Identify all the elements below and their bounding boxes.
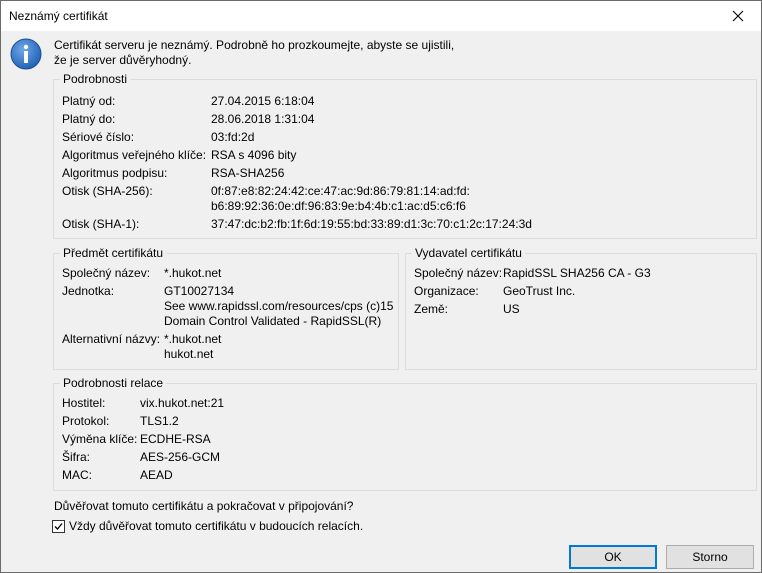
valid-to-value: 28.06.2018 1:31:04: [211, 112, 315, 126]
sha1-label: Otisk (SHA-1):: [62, 217, 140, 231]
valid-from-value: 27.04.2015 6:18:04: [211, 94, 315, 108]
checkmark-icon: [54, 522, 63, 530]
session-group: Podrobnosti relace Hostitel: vix.hukot.n…: [53, 376, 757, 491]
message-text: Certifikát serveru je neznámý. Podrobně …: [54, 38, 454, 68]
close-button[interactable]: [715, 1, 761, 31]
subject-group: Předmět certifikátu Společný název: *.hu…: [53, 246, 399, 370]
cipher-value: AES-256-GCM: [140, 450, 221, 464]
cipher-label: Šifra:: [62, 450, 91, 464]
sha256-label: Otisk (SHA-256):: [62, 184, 153, 198]
key-exchange-value: ECDHE-RSA: [140, 432, 211, 446]
host-label: Hostitel:: [62, 396, 106, 410]
issuer-org-label: Organizace:: [414, 284, 479, 298]
sig-alg-value: RSA-SHA256: [211, 166, 285, 180]
subject-title: Předmět certifikátu: [60, 246, 167, 260]
issuer-cn-value: RapidSSL SHA256 CA - G3: [503, 266, 651, 280]
issuer-title: Vydavatel certifikátu: [412, 246, 525, 260]
issuer-org-value: GeoTrust Inc.: [503, 284, 576, 298]
title-bar: Neznámý certifikát: [1, 1, 761, 31]
mac-label: MAC:: [62, 468, 92, 482]
host-value: vix.hukot.net:21: [140, 396, 225, 410]
dialog-window: Neznámý certifikát Certifikát serveru je…: [0, 0, 762, 573]
issuer-country-label: Země:: [414, 302, 449, 316]
sig-alg-label: Algoritmus podpisu:: [62, 166, 168, 180]
subject-unit-label: Jednotka:: [62, 284, 115, 298]
sha256-value-line2: b6:89:92:36:0e:df:96:83:9e:b4:4b:c1:ac:d…: [211, 199, 466, 213]
issuer-cn-label: Společný název:: [414, 266, 503, 280]
sha256-value-line1: 0f:87:e8:82:24:42:ce:47:ac:9d:86:79:81:1…: [211, 184, 470, 198]
details-title: Podrobnosti: [60, 72, 131, 86]
subject-alt-line-2: hukot.net: [164, 347, 214, 361]
serial-label: Sériové číslo:: [62, 130, 135, 144]
always-trust-label: Vždy důvěřovat tomuto certifikátu v budo…: [69, 519, 364, 533]
protocol-label: Protokol:: [62, 414, 110, 428]
close-icon: [732, 10, 744, 22]
pubkey-alg-value: RSA s 4096 bity: [211, 148, 297, 162]
subject-alt-label: Alternativní názvy:: [62, 332, 161, 346]
subject-cn-value: *.hukot.net: [164, 266, 222, 280]
issuer-group: Vydavatel certifikátu Společný název: Ra…: [405, 246, 757, 370]
key-exchange-label: Výměna klíče:: [62, 432, 138, 446]
sha1-value: 37:47:dc:b2:fb:1f:6d:19:55:bd:33:89:d1:3…: [211, 217, 532, 231]
pubkey-alg-label: Algoritmus veřejného klíče:: [62, 148, 207, 162]
subject-unit-line-1: GT10027134: [164, 284, 235, 298]
valid-to-label: Platný do:: [62, 112, 116, 126]
message-line-2: že je server důvěryhodný.: [54, 53, 192, 67]
details-group: Podrobnosti Platný od: 27.04.2015 6:18:0…: [53, 72, 757, 239]
ok-button[interactable]: OK: [569, 545, 657, 569]
protocol-value: TLS1.2: [140, 414, 179, 428]
subject-unit-line-3: Domain Control Validated - RapidSSL(R): [164, 314, 382, 328]
valid-from-label: Platný od:: [62, 94, 116, 108]
window-title: Neznámý certifikát: [9, 9, 108, 23]
info-icon: [10, 38, 42, 70]
serial-value: 03:fd:2d: [211, 130, 255, 144]
cancel-button[interactable]: Storno: [666, 545, 754, 569]
always-trust-checkbox[interactable]: Vždy důvěřovat tomuto certifikátu v budo…: [52, 519, 363, 533]
subject-cn-label: Společný název:: [62, 266, 151, 280]
trust-question: Důvěřovat tomuto certifikátu a pokračova…: [54, 499, 354, 513]
mac-value: AEAD: [140, 468, 173, 482]
subject-unit-line-2: See www.rapidssl.com/resources/cps (c)15: [164, 299, 394, 313]
message-line-1: Certifikát serveru je neznámý. Podrobně …: [54, 38, 455, 52]
checkbox-box[interactable]: [52, 519, 65, 533]
subject-alt-line-1: *.hukot.net: [164, 332, 222, 346]
session-title: Podrobnosti relace: [60, 376, 167, 390]
issuer-country-value: US: [503, 302, 520, 316]
